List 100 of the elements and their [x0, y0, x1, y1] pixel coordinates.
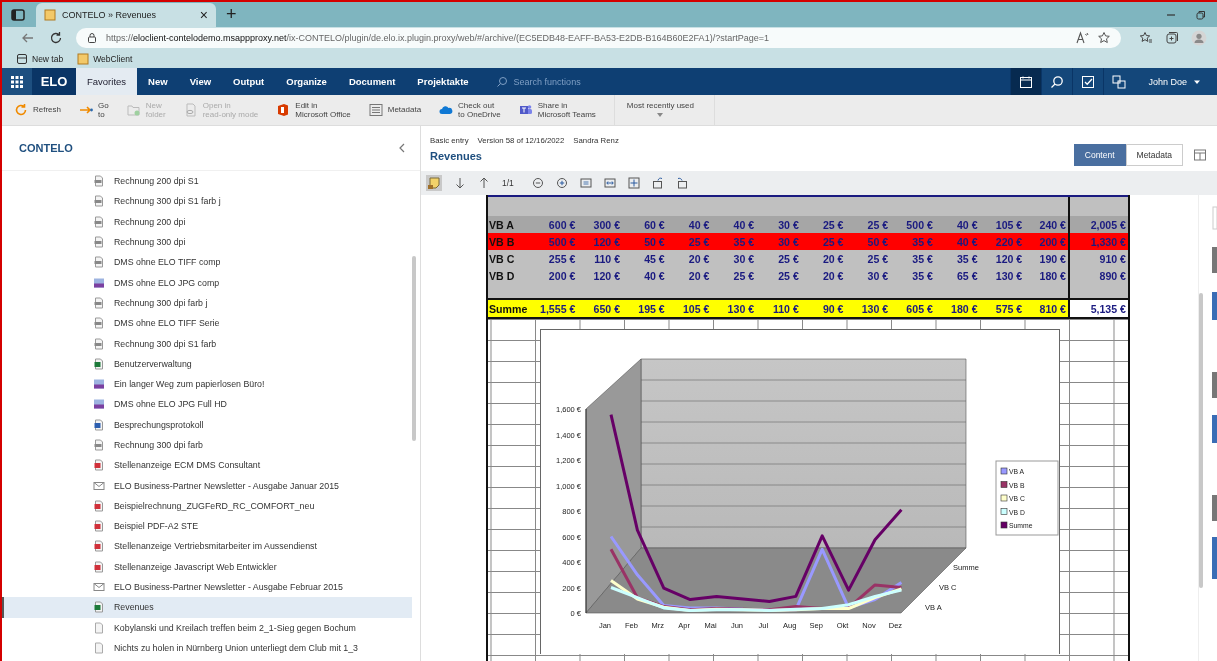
table-cell: 65 €	[934, 267, 980, 284]
table-cell: VB D	[488, 267, 533, 284]
grid-icon	[10, 74, 24, 89]
archive-item[interactable]: Stellenanzeige ECM DMS Consultant	[2, 455, 412, 476]
menu-tab[interactable]: Document	[337, 68, 407, 95]
menu-tab[interactable]: Organize	[275, 68, 338, 95]
calendar-button[interactable]	[1010, 68, 1042, 95]
app-launcher-button[interactable]	[2, 68, 32, 95]
arrow-down-icon[interactable]	[454, 177, 466, 189]
archive-item[interactable]: Nichts zu holen in Nürnberg Union unterliegt dem Club mit 1_3	[2, 637, 412, 659]
collections-icon[interactable]	[1165, 31, 1179, 45]
archive-item[interactable]: Rechnung 300 dpi S1 farb	[2, 333, 412, 354]
menu-tab[interactable]: Favorites	[76, 68, 138, 95]
archive-item[interactable]: Rechnung 200 dpi	[2, 211, 412, 232]
zoom-out-icon[interactable]	[531, 177, 544, 189]
search-button[interactable]	[1041, 68, 1073, 95]
archive-item[interactable]: Beispiel PDF-A2 STE	[2, 516, 412, 537]
search-field[interactable]: Search functions	[511, 75, 656, 88]
tab-actions-icon[interactable]	[10, 6, 26, 23]
arrow-up-icon[interactable]	[478, 177, 490, 189]
scrollbar-thumb[interactable]	[412, 256, 416, 441]
tab-close-button[interactable]: ×	[199, 7, 208, 23]
archive-item[interactable]: Stellenanzeige Javascript Web Entwickler	[2, 556, 412, 577]
actual-size-icon[interactable]	[579, 177, 592, 189]
fit-page-icon[interactable]	[627, 177, 640, 189]
archive-item[interactable]: DMS ohne ELO JPG Full HD	[2, 394, 412, 415]
archive-item[interactable]: Rechnung 300 dpi farb j	[2, 292, 412, 314]
page-favicon-icon	[77, 52, 90, 65]
menu-tab[interactable]: Projektakte	[406, 68, 480, 95]
archive-item[interactable]: Ein langer Weg zum papierlosen Büro!	[2, 373, 412, 395]
archive-item[interactable]: Rechnung 300 dpi S1 farb j	[2, 191, 412, 212]
bookmark-link[interactable]: New tab	[16, 52, 64, 65]
archive-item[interactable]: Rechnung 200 dpi S1	[2, 171, 412, 192]
folder-plus-icon	[126, 103, 141, 117]
add-favorite-icon[interactable]	[1097, 31, 1111, 45]
ribbon-button[interactable]: Edit in Microsoft Office	[276, 100, 351, 120]
rotate-right-icon[interactable]	[675, 177, 688, 189]
read-aloud-icon[interactable]	[1075, 31, 1089, 45]
table-cell: 25 €	[800, 233, 846, 250]
table-cell: 25 €	[711, 267, 757, 284]
table-cell: 30 €	[845, 267, 891, 284]
archive-item[interactable]: DMS ohne ELO TIFF Serie	[2, 313, 412, 334]
table-cell: 300 €	[577, 216, 623, 233]
url-text: https://eloclient-contelodemo.msappproxy.net/ix-CONTELO/plugin/de.elo.ix.plugin.proxy/web/#/archive/(EC5EDB48-EAFF-BA53-E2DB-B164B60E2FA1)/?startPage=1	[106, 33, 769, 43]
archive-item[interactable]: Benutzerverwaltung	[2, 353, 412, 374]
calendar-icon	[1019, 74, 1034, 89]
archive-item[interactable]: Besprechungsprotokoll	[2, 414, 412, 435]
archive-item[interactable]: Beispielrechnung_ZUGFeRD_RC_COMFORT_neu	[2, 495, 412, 517]
tasks-button[interactable]	[1072, 68, 1104, 95]
zoom-in-icon[interactable]	[555, 177, 568, 189]
browser-tab[interactable]: CONTELO » Revenues ×	[36, 3, 216, 27]
ribbon-button[interactable]: Metadata	[368, 103, 422, 117]
archive-item[interactable]: ELO Business-Partner Newsletter - Ausgabe Februar 2015	[2, 576, 412, 598]
archive-item[interactable]: Rechnung 300 dpi farb	[2, 434, 412, 456]
archive-item[interactable]: Stellenanzeige Vertriebsmitarbeiter im Aussendienst	[2, 536, 412, 557]
archive-item[interactable]: Rechnung 300 dpi	[2, 231, 412, 253]
view-toggle-button[interactable]: Metadata	[1125, 143, 1183, 166]
table-cell: 190 €	[1024, 250, 1069, 267]
ribbon-button[interactable]: Go to	[79, 100, 109, 120]
menu-tab[interactable]: Output	[222, 68, 276, 95]
annotation-stamp-icon[interactable]	[426, 175, 442, 191]
favorites-icon[interactable]	[1139, 31, 1153, 45]
archive-item[interactable]: DMS ohne ELO TIFF comp	[2, 252, 412, 273]
document-file-icon	[93, 418, 105, 431]
rotate-left-icon[interactable]	[651, 177, 664, 189]
search-icon	[495, 75, 508, 88]
archive-item[interactable]: DMS ohne ELO JPG comp	[2, 272, 412, 293]
user-menu-button[interactable]: John Doe	[1134, 68, 1217, 95]
menu-tab[interactable]: View	[178, 68, 223, 95]
app-logo[interactable]: ELO	[32, 68, 76, 95]
reload-icon[interactable]	[48, 30, 64, 46]
search-icon	[1050, 74, 1065, 89]
archive-item[interactable]: Kobylanski und Kreilach treffen beim 2_1-Sieg gegen Bochum	[2, 617, 412, 638]
panel-layout-icon[interactable]	[1193, 147, 1207, 162]
menu-tab[interactable]: New	[137, 68, 179, 95]
view-toggle-button[interactable]: Content	[1073, 143, 1126, 166]
table-cell: 240 €	[1024, 216, 1069, 233]
table-cell: 35 €	[890, 267, 935, 284]
fit-width-icon[interactable]	[603, 177, 616, 189]
new-tab-button[interactable]: +	[226, 4, 237, 25]
image-file-icon	[93, 378, 105, 391]
scrollbar-thumb[interactable]	[1199, 293, 1203, 588]
restore-icon[interactable]	[1195, 8, 1207, 21]
table-cell: Summe	[488, 299, 533, 318]
pdf-file-icon	[93, 520, 105, 533]
address-field[interactable]: https://eloclient-contelodemo.msappproxy.net/ix-CONTELO/plugin/de.elo.ix.plugin.proxy/web/#/archive/(EC5EDB48-EAFF-BA53-E2DB-B164B60E2FA1)/?startPage=1	[76, 28, 1121, 48]
archive-item[interactable]: Revenues	[2, 597, 412, 618]
table-cell: 200 €	[1024, 233, 1069, 250]
printer-file-icon	[93, 175, 105, 188]
table-cell: 25 €	[800, 216, 846, 233]
layout-button[interactable]	[1103, 68, 1135, 95]
ribbon-button[interactable]: Most recently used	[613, 95, 715, 125]
ribbon-button[interactable]: Refresh	[14, 103, 61, 117]
archive-item[interactable]: ELO Business-Partner Newsletter - Ausgabe Januar 2015	[2, 475, 412, 496]
ribbon-button[interactable]: Check out to OneDrive	[439, 100, 501, 120]
table-cell: 25 €	[666, 233, 712, 250]
table-cell: 50 €	[845, 233, 891, 250]
table-cell: 60 €	[622, 216, 667, 233]
ribbon-button[interactable]: Share in Microsoft Teams	[518, 100, 596, 120]
bookmark-link[interactable]: WebClient	[77, 52, 133, 65]
